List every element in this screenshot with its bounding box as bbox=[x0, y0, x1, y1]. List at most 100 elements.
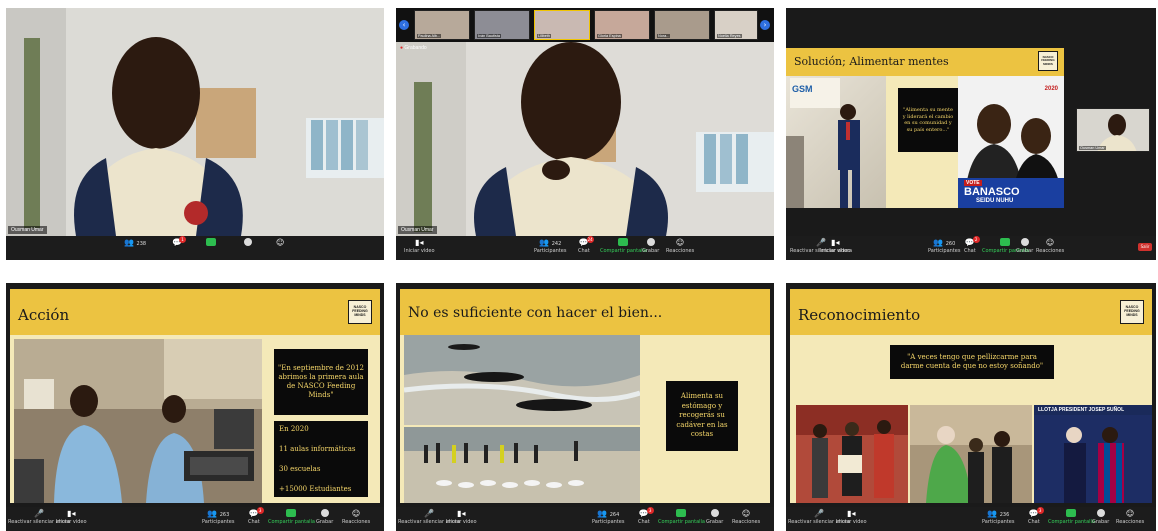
share-screen-icon bbox=[1048, 509, 1095, 518]
thumbnail-name: Ousman Umar bbox=[1079, 146, 1106, 150]
gallery-thumb[interactable]: Paulina Alb... bbox=[414, 10, 470, 40]
zoom-control-bar: 👥 238 💬 1 ☺ bbox=[6, 236, 384, 260]
svg-text:GSM: GSM bbox=[792, 84, 813, 94]
chat-button[interactable]: 💬 2 Chat bbox=[964, 236, 980, 254]
gallery-thumb[interactable]: Gloria Espina bbox=[594, 10, 650, 40]
speaker-name: Ousman Umar bbox=[401, 227, 434, 233]
record-button[interactable] bbox=[244, 238, 252, 248]
share-screen-button[interactable] bbox=[206, 238, 216, 248]
recording-dot-icon: ● bbox=[400, 45, 404, 51]
participants-button[interactable]: 👥 236 Participantes bbox=[982, 509, 1014, 525]
start-video-button[interactable]: ▮◂ Iniciar video bbox=[836, 509, 867, 525]
chat-button[interactable]: 💬 3 Chat bbox=[638, 507, 654, 525]
record-button[interactable]: Grabar bbox=[706, 509, 723, 525]
chat-icon: 💬 3 bbox=[1028, 507, 1044, 518]
video-camera-icon: ▮◂ bbox=[415, 238, 424, 247]
zoom-window-slide-accion: Acción NASCO FEEDING MINDS "En septiembr… bbox=[6, 283, 384, 531]
record-button[interactable]: Grabar bbox=[1092, 509, 1109, 525]
start-video-button[interactable]: ▮◂ Iniciar video bbox=[820, 238, 851, 254]
participants-icon: 👥 263 bbox=[207, 509, 230, 518]
quote-text: "Alimenta su mente y liderará el cambio … bbox=[902, 107, 954, 133]
share-screen-button[interactable]: Compartir pantalla bbox=[600, 238, 647, 254]
reactions-button[interactable]: ☺ Reacciones bbox=[1036, 238, 1064, 254]
rescue-photo bbox=[404, 427, 640, 503]
reactions-button[interactable]: ☺ Reacciones bbox=[666, 238, 694, 254]
gallery-thumb[interactable]: Noelia Reyes bbox=[714, 10, 758, 40]
video-camera-icon: ▮◂ bbox=[831, 238, 840, 247]
speaker-side-thumbnail[interactable]: Ousman Umar bbox=[1076, 108, 1150, 152]
reactions-button[interactable]: ☺ Reacciones bbox=[1116, 509, 1144, 525]
stat-year: En 2020 bbox=[279, 425, 309, 433]
start-video-button[interactable]: ▮◂ Iniciar video bbox=[446, 509, 477, 525]
participants-icon: 👥 260 bbox=[933, 238, 956, 247]
gallery-prev-button[interactable]: ‹ bbox=[399, 20, 409, 30]
reactions-icon: ☺ bbox=[1045, 238, 1055, 247]
video-camera-icon: ▮◂ bbox=[67, 509, 76, 518]
record-button[interactable]: Grabar bbox=[1016, 238, 1033, 254]
slide-quote: "Alimenta su mente y liderará el cambio … bbox=[898, 88, 958, 152]
stat-schools: 30 escuelas bbox=[279, 465, 321, 473]
zoom-window-slide-solucion: Solución; Alimentar mentes NASCO FEEDING… bbox=[786, 8, 1156, 260]
chat-button[interactable]: 💬 1 bbox=[172, 236, 186, 248]
speaker-name-tag: Ousman Umar bbox=[8, 226, 47, 234]
participants-button[interactable]: 👥 260 Participantes bbox=[928, 238, 960, 254]
chat-badge: 3 bbox=[256, 507, 264, 514]
beach-photo bbox=[404, 335, 640, 425]
slide-photo-award bbox=[796, 405, 908, 503]
gallery-thumb[interactable]: Nora... bbox=[654, 10, 710, 40]
participants-button[interactable]: 👥 238 bbox=[124, 238, 146, 248]
recording-indicator: ● Grabando bbox=[400, 45, 427, 51]
zoom-window-speaker-2: ‹ Paulina Alb... Iván Bautista Lilibeth … bbox=[396, 8, 774, 260]
zoom-control-bar: 🎤 Reactivar silenciar ahora ▮◂ Iniciar v… bbox=[396, 507, 774, 531]
leave-button[interactable]: Salir bbox=[1138, 243, 1152, 251]
pope-photo bbox=[910, 405, 1032, 503]
nasco-logo: NASCO FEEDING MINDS bbox=[1038, 51, 1058, 71]
chat-button[interactable]: 💬 3 Chat bbox=[248, 507, 264, 525]
share-screen-button[interactable]: Compartir pantalla bbox=[1048, 509, 1095, 525]
chat-badge: 1 bbox=[178, 236, 186, 243]
reactions-icon: ☺ bbox=[741, 509, 751, 518]
start-video-button[interactable]: ▮◂ Iniciar video bbox=[404, 238, 435, 254]
zoom-window-slide-no-suficiente: No es suficiente con hacer el bien... Al… bbox=[396, 283, 774, 531]
slide-photo-rescue bbox=[404, 427, 640, 503]
video-frame bbox=[396, 42, 774, 236]
start-video-button[interactable]: ▮◂ Iniciar video bbox=[56, 509, 87, 525]
participants-button[interactable]: 👥 264 Participantes bbox=[592, 509, 624, 525]
gallery-next-button[interactable]: › bbox=[760, 20, 770, 30]
quote-text: "A veces tengo que pellizcarme para darm… bbox=[900, 352, 1044, 370]
participants-icon: 👥 242 bbox=[539, 238, 562, 247]
gallery-thumb[interactable]: Iván Bautista bbox=[474, 10, 530, 40]
chat-icon: 💬 3 bbox=[638, 507, 654, 518]
slide-stats: En 2020 11 aulas informáticas 30 escuela… bbox=[274, 421, 368, 497]
share-screen-button[interactable]: Compartir pantalla bbox=[658, 509, 705, 525]
video-camera-icon: ▮◂ bbox=[847, 509, 856, 518]
record-icon bbox=[706, 509, 723, 518]
speaker-name-tag: Ousman Umar bbox=[398, 226, 437, 234]
slide-header: Acción NASCO FEEDING MINDS bbox=[10, 289, 380, 335]
record-button[interactable]: Grabar bbox=[316, 509, 333, 525]
shared-slide: Acción NASCO FEEDING MINDS "En septiembr… bbox=[10, 289, 380, 503]
slide-header: Solución; Alimentar mentes NASCO FEEDING… bbox=[786, 48, 1064, 76]
chat-button[interactable]: 💬 3 Chat bbox=[1028, 507, 1044, 525]
chat-button[interactable]: 💬 24 Chat bbox=[578, 236, 594, 254]
record-icon bbox=[316, 509, 333, 518]
speaker-video: Ousman Umar bbox=[396, 42, 774, 236]
slide-title: Acción bbox=[18, 306, 70, 324]
nasco-logo: NASCO FEEDING MINDS bbox=[348, 300, 372, 324]
gallery-thumb[interactable]: Lilibeth bbox=[534, 10, 590, 40]
zoom-window-slide-reconocimiento: Reconocimiento NASCO FEEDING MINDS "A ve… bbox=[786, 283, 1156, 531]
share-screen-icon bbox=[206, 238, 216, 247]
share-screen-button[interactable]: Compartir pantalla bbox=[268, 509, 315, 525]
poster-name-1: BANASCO bbox=[964, 186, 1020, 198]
participants-button[interactable]: 👥 242 Participantes bbox=[534, 238, 566, 254]
record-button[interactable]: Grabar bbox=[642, 238, 659, 254]
chat-badge: 2 bbox=[972, 236, 980, 243]
reactions-button[interactable]: ☺ bbox=[276, 238, 284, 248]
reactions-button[interactable]: ☺ Reacciones bbox=[342, 509, 370, 525]
slide-header: No es suficiente con hacer el bien... bbox=[400, 289, 770, 335]
reactions-button[interactable]: ☺ Reacciones bbox=[732, 509, 760, 525]
participants-button[interactable]: 👥 263 Participantes bbox=[202, 509, 234, 525]
slide-title: Solución; Alimentar mentes bbox=[794, 55, 949, 68]
chat-badge: 3 bbox=[646, 507, 654, 514]
chat-icon: 💬 24 bbox=[578, 236, 594, 247]
